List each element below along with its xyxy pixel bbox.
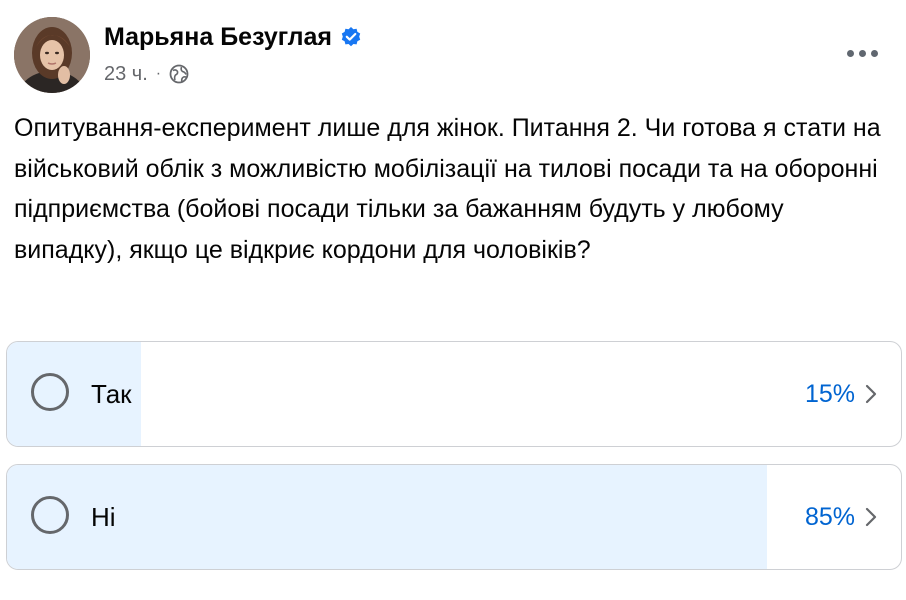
poll-option-percent: 85%	[804, 503, 855, 531]
verified-badge-icon	[340, 26, 362, 48]
avatar[interactable]	[14, 17, 90, 93]
more-options-button[interactable]	[842, 43, 882, 63]
facebook-post: Марьяна Безуглая 23 ч. · Опитування-експ…	[0, 0, 906, 600]
poll-option-yes[interactable]: Так 15%	[6, 341, 902, 447]
chevron-right-icon[interactable]	[863, 382, 879, 406]
author-row: Марьяна Безуглая	[104, 21, 362, 53]
poll-radio-button[interactable]	[31, 373, 69, 411]
globe-icon[interactable]	[169, 64, 189, 84]
chevron-right-icon[interactable]	[863, 505, 879, 529]
post-text: Опитування-експеримент лише для жінок. П…	[14, 114, 881, 264]
post-header: Марьяна Безуглая 23 ч. ·	[14, 17, 894, 97]
poll-option-no[interactable]: Ні 85%	[6, 464, 902, 570]
poll-radio-button[interactable]	[31, 496, 69, 534]
post-timestamp[interactable]: 23 ч.	[104, 63, 148, 86]
poll-result-bar	[7, 465, 767, 569]
author-name[interactable]: Марьяна Безуглая	[104, 23, 332, 52]
more-options-icon	[858, 49, 866, 57]
avatar-photo	[14, 17, 90, 93]
poll-option-label: Ні	[91, 502, 116, 532]
post-meta: 23 ч. ·	[104, 61, 189, 87]
meta-separator: ·	[155, 65, 162, 82]
poll-option-percent: 15%	[804, 380, 855, 408]
more-options-icon	[846, 49, 854, 57]
poll-option-label: Так	[91, 379, 132, 409]
more-options-icon	[870, 49, 878, 57]
